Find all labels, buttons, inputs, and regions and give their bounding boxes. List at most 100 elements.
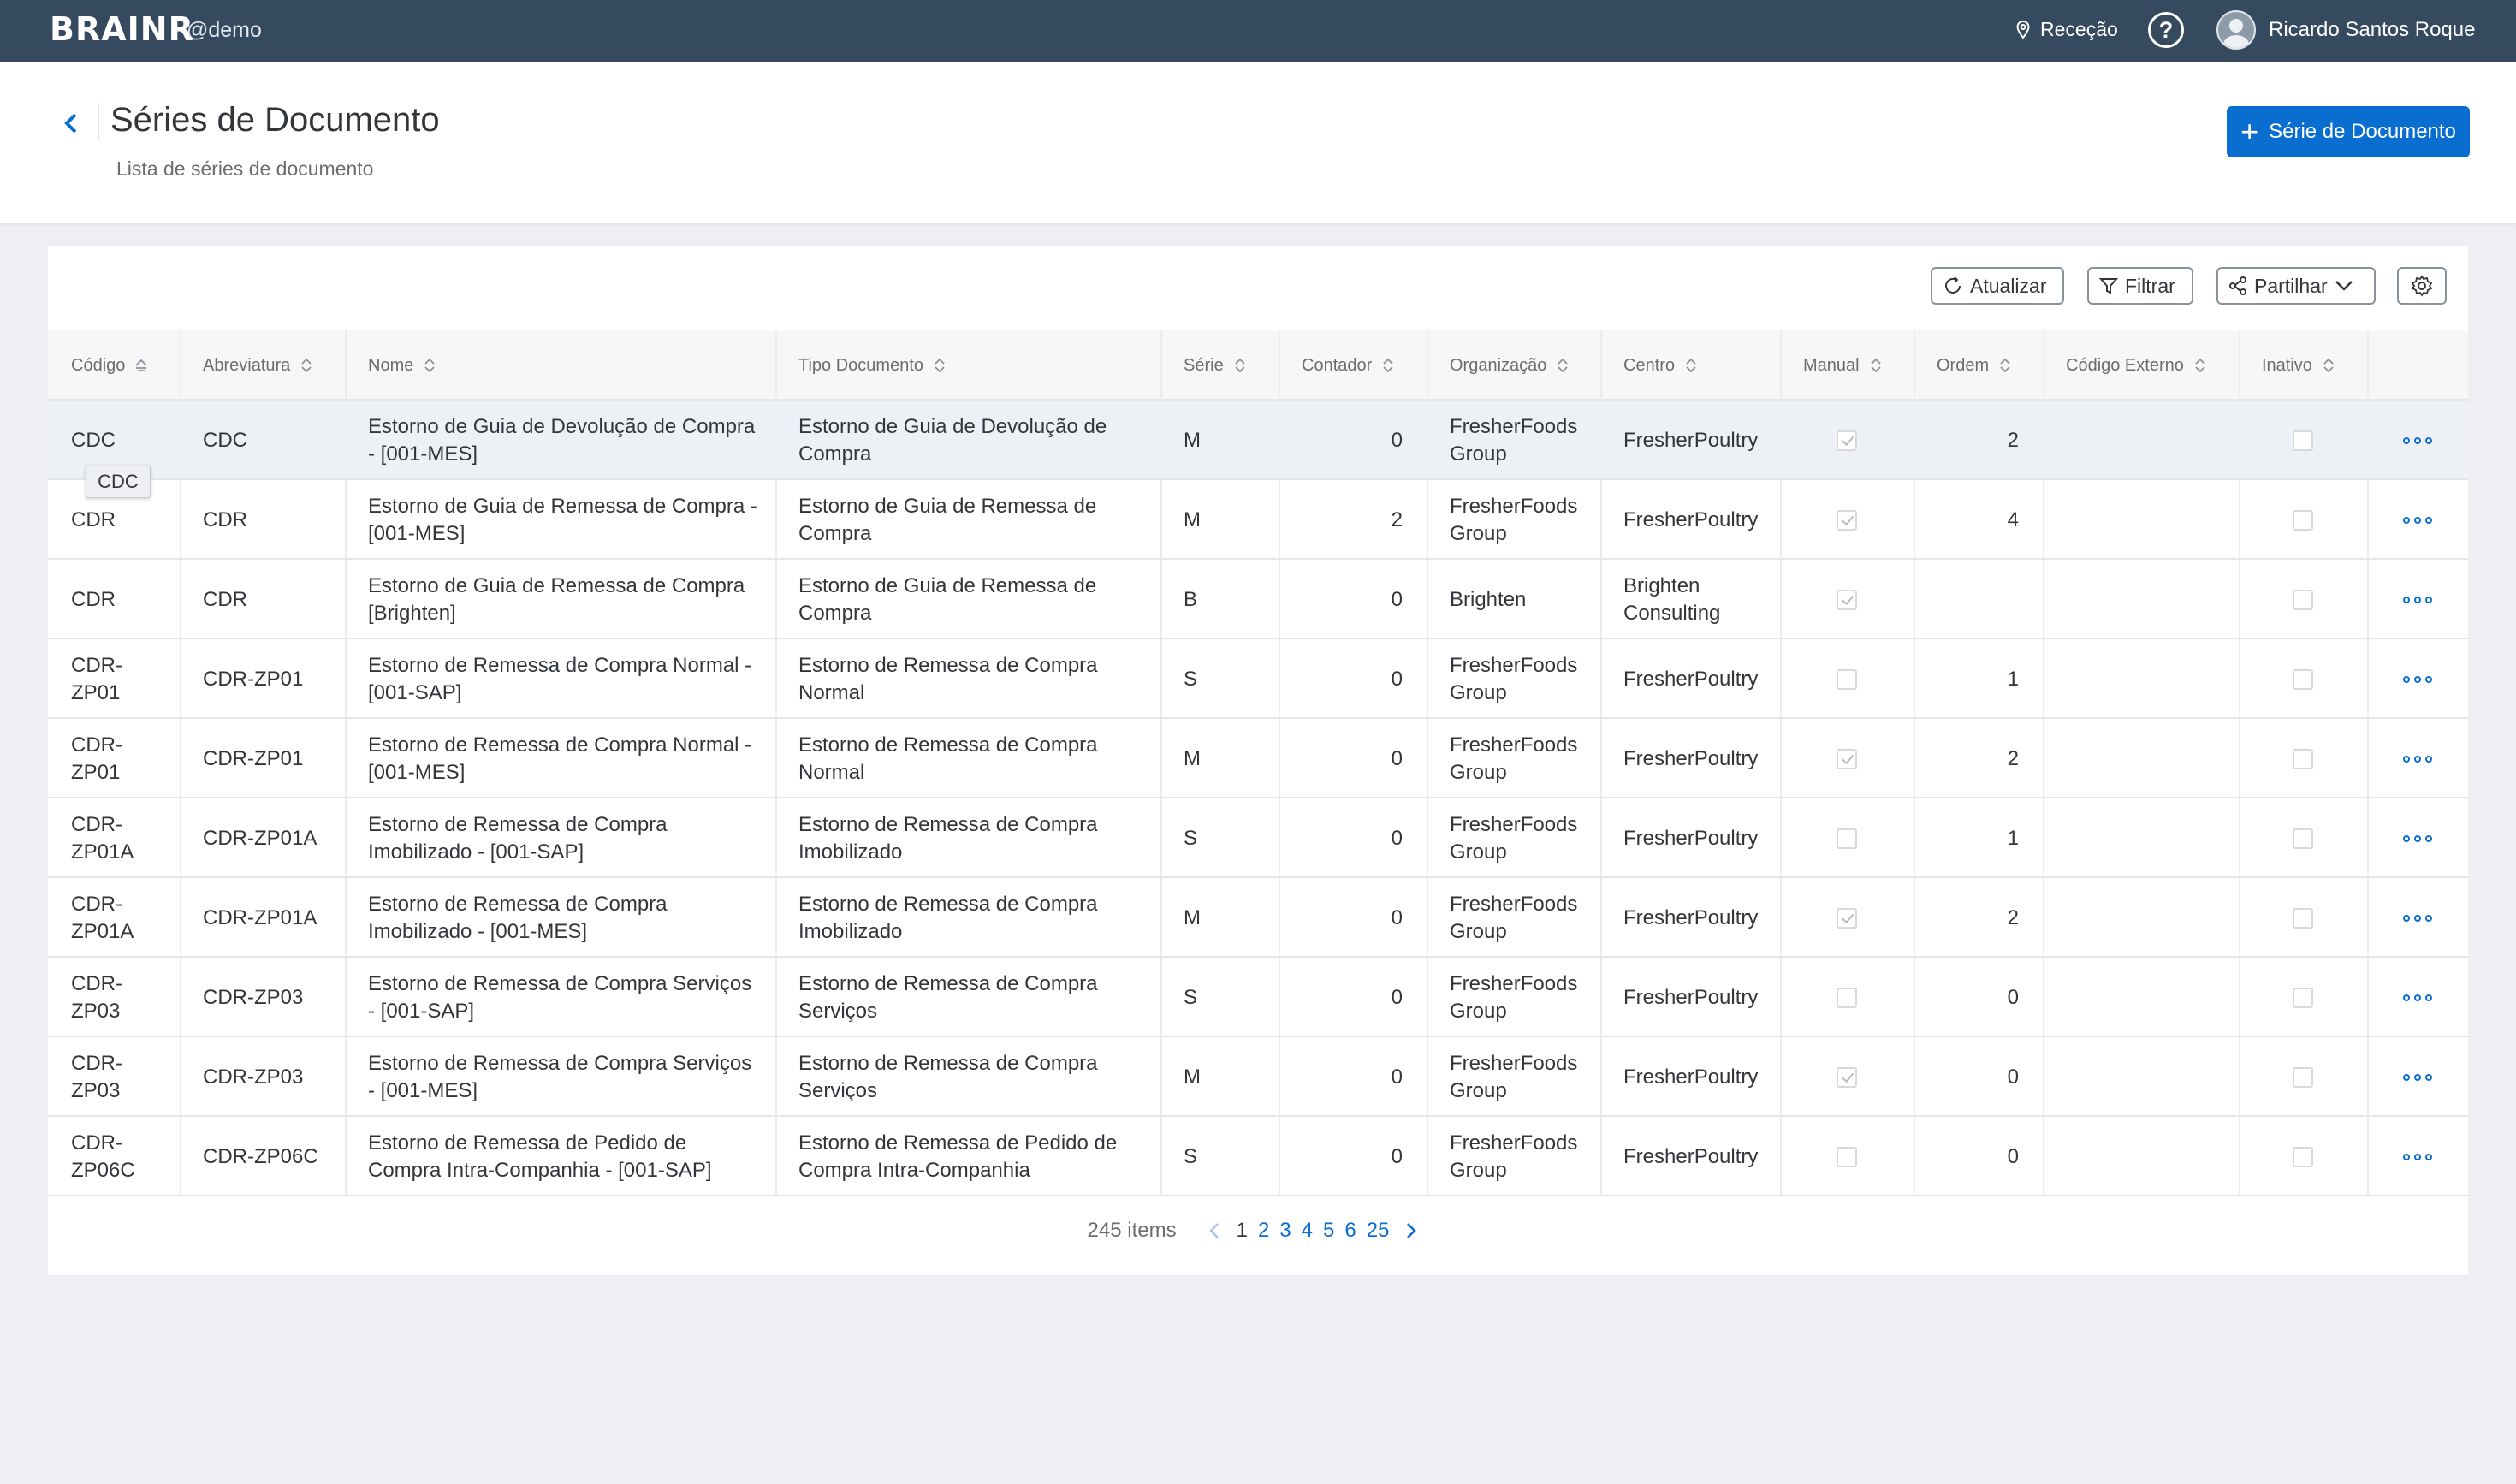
sort-icon[interactable]: [1380, 358, 1396, 373]
sort-icon[interactable]: [422, 358, 437, 373]
settings-button[interactable]: [2397, 267, 2447, 305]
cell-manual: [1780, 1037, 1914, 1117]
inactive-checkbox[interactable]: [2293, 668, 2313, 690]
manual-checkbox[interactable]: [1837, 907, 1857, 929]
add-series-button[interactable]: + Série de Documento: [2227, 106, 2470, 157]
row-actions-button[interactable]: [2367, 878, 2468, 958]
manual-checkbox[interactable]: [1837, 1066, 1857, 1088]
page-subtitle: Lista de séries de documento: [116, 157, 374, 180]
table-card: Atualizar Filtrar Partilhar Código Abrevi…: [48, 246, 2468, 1275]
column-header-inactive[interactable]: Inativo: [2239, 330, 2367, 401]
column-header-center[interactable]: Centro: [1600, 330, 1780, 401]
more-icon: [2403, 516, 2432, 524]
cell-external-code: [2043, 401, 2239, 480]
sort-icon[interactable]: [932, 358, 947, 373]
inactive-checkbox[interactable]: [2293, 748, 2313, 769]
column-header-organization[interactable]: Organização: [1427, 330, 1600, 401]
avatar[interactable]: [2216, 10, 2256, 50]
row-actions-button[interactable]: [2367, 480, 2468, 560]
cell-code: CDR-ZP06C: [71, 1131, 135, 1182]
column-header-external-code[interactable]: Código Externo: [2043, 330, 2239, 401]
table-row[interactable]: CDC CDC Estorno de Guia de Devolução de Co…: [48, 401, 2468, 480]
row-actions-button[interactable]: [2367, 719, 2468, 798]
inactive-checkbox[interactable]: [2293, 430, 2313, 451]
table-row[interactable]: CDR-ZP01A CDR-ZP01A Estorno de Remessa de …: [48, 798, 2468, 878]
column-header-doc-type[interactable]: Tipo Documento: [775, 330, 1160, 401]
page-link[interactable]: 25: [1367, 1219, 1390, 1243]
sort-icon[interactable]: [1683, 358, 1699, 373]
sort-icon[interactable]: [1997, 358, 2013, 373]
column-header-abbreviation[interactable]: Abreviatura: [180, 330, 345, 401]
sort-icon[interactable]: [299, 358, 314, 373]
filter-button[interactable]: Filtrar: [2087, 267, 2193, 305]
filter-icon: [2099, 278, 2118, 294]
page-link[interactable]: 1: [1237, 1219, 1248, 1243]
cell-inactive: [2239, 1037, 2367, 1117]
manual-checkbox[interactable]: [1837, 430, 1857, 451]
inactive-checkbox[interactable]: [2293, 828, 2313, 849]
column-header-name[interactable]: Nome: [345, 330, 775, 401]
row-actions-button[interactable]: [2367, 560, 2468, 639]
table-row[interactable]: CDR-ZP01 CDR-ZP01 Estorno de Remessa de Co…: [48, 719, 2468, 798]
refresh-button[interactable]: Atualizar: [1931, 267, 2064, 305]
brand-logo[interactable]: BRAINR: [50, 10, 194, 48]
table-row[interactable]: CDR-ZP01A CDR-ZP01A Estorno de Remessa de …: [48, 878, 2468, 958]
table-row[interactable]: CDR-ZP01 CDR-ZP01 Estorno de Remessa de Co…: [48, 639, 2468, 719]
cell-center: FresherPoultry: [1623, 667, 1759, 691]
manual-checkbox[interactable]: [1837, 828, 1857, 849]
page-link[interactable]: 6: [1344, 1219, 1356, 1243]
table-row[interactable]: CDR-ZP06C CDR-ZP06C Estorno de Remessa de …: [48, 1117, 2468, 1196]
cell-doc-type: Estorno de Remessa de Compra Imobilizado: [798, 892, 1098, 943]
manual-checkbox[interactable]: [1837, 509, 1857, 531]
table-row[interactable]: CDR CDR Estorno de Guia de Remessa de Comp…: [48, 560, 2468, 639]
column-header-code[interactable]: Código: [48, 330, 180, 401]
row-actions-button[interactable]: [2367, 401, 2468, 480]
sort-icon[interactable]: [1232, 358, 1248, 373]
inactive-checkbox[interactable]: [2293, 1066, 2313, 1088]
sort-icon[interactable]: [1868, 358, 1884, 373]
page-link[interactable]: 2: [1258, 1219, 1269, 1243]
column-header-manual[interactable]: Manual: [1780, 330, 1914, 401]
cell-order: 2: [2007, 905, 2019, 929]
column-header-counter[interactable]: Contador: [1279, 330, 1427, 401]
row-actions-button[interactable]: [2367, 1117, 2468, 1196]
sort-ascending-icon[interactable]: [134, 358, 149, 373]
table-row[interactable]: CDR CDR Estorno de Guia de Remessa de Comp…: [48, 480, 2468, 560]
chevron-right-icon[interactable]: [1403, 1220, 1420, 1241]
manual-checkbox[interactable]: [1837, 1146, 1857, 1167]
chevron-left-icon[interactable]: [1206, 1220, 1223, 1241]
help-icon[interactable]: ?: [2148, 12, 2184, 48]
cell-manual: [1780, 878, 1914, 958]
user-name[interactable]: Ricardo Santos Roque: [2269, 18, 2475, 42]
manual-checkbox[interactable]: [1837, 748, 1857, 769]
page-link[interactable]: 3: [1279, 1219, 1291, 1243]
row-actions-button[interactable]: [2367, 958, 2468, 1037]
column-header-series[interactable]: Série: [1160, 330, 1279, 401]
inactive-checkbox[interactable]: [2293, 1146, 2313, 1167]
column-header-order[interactable]: Ordem: [1914, 330, 2043, 401]
inactive-checkbox[interactable]: [2293, 509, 2313, 531]
cell-series: S: [1184, 826, 1198, 850]
cell-abbreviation: CDC: [203, 428, 247, 452]
manual-checkbox[interactable]: [1837, 668, 1857, 690]
cell-manual: [1780, 958, 1914, 1037]
row-actions-button[interactable]: [2367, 798, 2468, 878]
inactive-checkbox[interactable]: [2293, 589, 2313, 610]
manual-checkbox[interactable]: [1837, 987, 1857, 1008]
page-link[interactable]: 4: [1302, 1219, 1313, 1243]
table-row[interactable]: CDR-ZP03 CDR-ZP03 Estorno de Remessa de Co…: [48, 958, 2468, 1037]
cell-inactive: [2239, 639, 2367, 719]
sort-icon[interactable]: [2321, 358, 2336, 373]
location-selector[interactable]: Receção: [2016, 18, 2118, 41]
inactive-checkbox[interactable]: [2293, 987, 2313, 1008]
table-row[interactable]: CDR-ZP03 CDR-ZP03 Estorno de Remessa de Co…: [48, 1037, 2468, 1117]
sort-icon[interactable]: [1555, 358, 1570, 373]
page-link[interactable]: 5: [1323, 1219, 1334, 1243]
manual-checkbox[interactable]: [1837, 589, 1857, 610]
row-actions-button[interactable]: [2367, 639, 2468, 719]
back-arrow-icon[interactable]: [58, 106, 82, 140]
sort-icon[interactable]: [2193, 358, 2208, 373]
row-actions-button[interactable]: [2367, 1037, 2468, 1117]
inactive-checkbox[interactable]: [2293, 907, 2313, 929]
share-button[interactable]: Partilhar: [2216, 267, 2376, 305]
